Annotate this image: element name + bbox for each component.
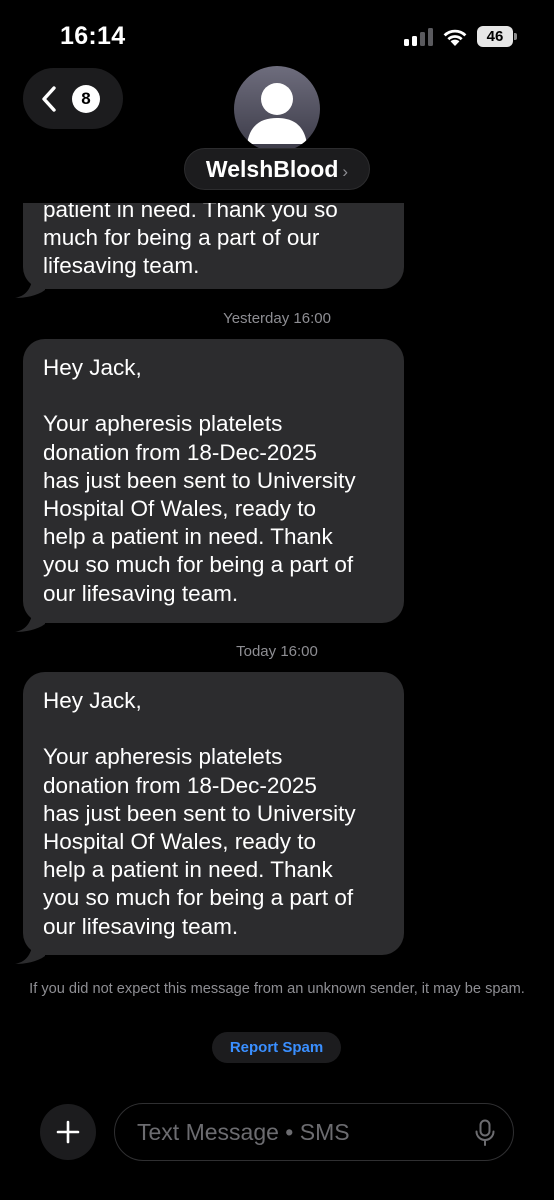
message-text: patient in need. Thank you so much for b… (43, 203, 338, 279)
plus-icon (56, 1120, 80, 1144)
microphone-icon[interactable] (474, 1119, 496, 1147)
message-bubble[interactable]: Hey Jack, Your apheresis platelets donat… (15, 672, 404, 964)
contact-name: WelshBlood (205, 156, 339, 182)
person-icon (247, 83, 307, 144)
spam-warning-text: If you did not expect this message from … (29, 981, 525, 997)
chevron-right-icon: › (342, 162, 349, 181)
wifi-icon (443, 29, 467, 46)
back-button[interactable]: 8 (23, 68, 123, 129)
contact-name-button[interactable]: WelshBlood › (184, 148, 370, 190)
battery-level: 46 (477, 26, 513, 47)
contact-avatar[interactable] (234, 66, 320, 152)
message-bubble[interactable]: patient in need. Thank you so much for b… (15, 203, 404, 298)
message-input-placeholder: Text Message • SMS (137, 1119, 350, 1145)
battery-icon: 46 (477, 26, 517, 47)
message-thread[interactable]: patient in need. Thank you so much for b… (0, 203, 554, 1100)
message-bubble[interactable]: Hey Jack, Your apheresis platelets donat… (15, 339, 404, 632)
status-bar: 16:14 46 (0, 0, 554, 72)
message-timestamp: Yesterday 16:00 (223, 310, 331, 327)
report-spam-button[interactable]: Report Spam (212, 1032, 341, 1063)
status-time: 16:14 (60, 22, 126, 50)
chevron-left-icon (42, 86, 56, 112)
message-input[interactable]: Text Message • SMS (114, 1103, 514, 1161)
message-timestamp: Today 16:00 (236, 643, 318, 660)
unread-count-badge: 8 (72, 85, 100, 113)
cellular-signal-icon (404, 28, 434, 46)
add-attachment-button[interactable] (40, 1104, 96, 1160)
message-text: Hey Jack, Your apheresis platelets donat… (43, 688, 356, 939)
message-text: Hey Jack, Your apheresis platelets donat… (43, 355, 356, 606)
